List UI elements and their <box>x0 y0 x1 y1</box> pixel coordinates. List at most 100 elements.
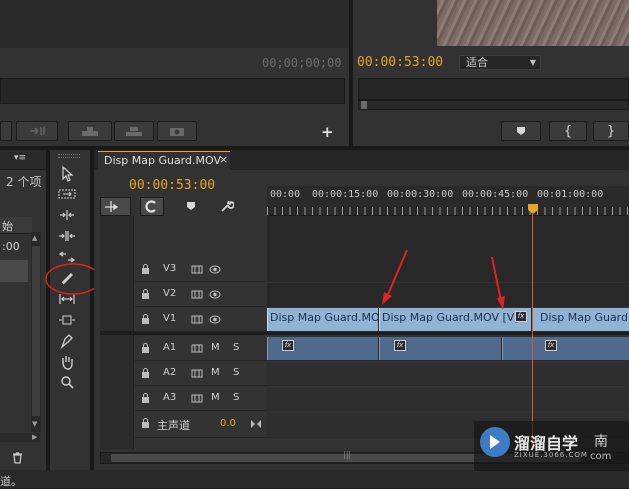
track-header-a2[interactable]: A2 M S <box>135 362 266 386</box>
lift-button[interactable] <box>68 121 112 141</box>
master-expand-icon[interactable] <box>250 419 262 432</box>
track-header-master[interactable]: 主声道 0.0 <box>135 412 266 438</box>
scroll-down-icon[interactable]: ▼ <box>32 420 37 428</box>
source-timecode[interactable]: 00;00;00;00 <box>262 56 341 70</box>
scroll-left-icon[interactable]: ▶ <box>32 433 37 441</box>
ripple-edit-icon <box>60 210 74 220</box>
project-scrollbar[interactable]: ▲ ▼ <box>31 232 41 432</box>
lock-icon[interactable] <box>141 368 150 379</box>
audio-clip[interactable]: fx <box>502 337 629 360</box>
add-marker-button[interactable] <box>501 121 541 141</box>
program-monitor-panel: 00:00:53:00 适合 ▼ { } <box>353 0 629 146</box>
track-header-v3[interactable]: V3 <box>135 258 266 282</box>
track-header-a3[interactable]: A3 M S <box>135 387 266 411</box>
lock-icon[interactable] <box>141 314 150 325</box>
track-header-v2[interactable]: V2 <box>135 283 266 307</box>
audio-clip[interactable]: fx <box>379 337 501 360</box>
add-button-icon[interactable]: + <box>321 123 334 141</box>
fit-select[interactable]: 适合 ▼ <box>459 55 541 70</box>
sequence-tab[interactable]: Disp Map Guard.MOV × <box>98 151 230 170</box>
video-clip[interactable]: Disp Map Guard.MOV <box>532 308 629 331</box>
status-text: 道。 <box>0 475 22 488</box>
snap-toggle[interactable] <box>100 197 131 216</box>
eye-icon[interactable] <box>209 314 221 325</box>
pen-tool[interactable] <box>55 332 79 350</box>
track-header-a1[interactable]: A1 M S <box>135 337 266 361</box>
fx-badge[interactable]: fx <box>394 340 406 351</box>
playhead-line[interactable] <box>532 214 533 450</box>
film-icon[interactable] <box>191 393 203 404</box>
lift-icon <box>82 126 98 136</box>
mute-button[interactable]: M <box>211 392 220 403</box>
film-icon[interactable] <box>191 289 203 300</box>
video-clip[interactable]: Disp Map Guard.MOV <box>267 308 378 331</box>
timeline-marker-button[interactable] <box>186 201 196 214</box>
lock-icon[interactable] <box>141 418 150 429</box>
lock-icon[interactable] <box>141 393 150 404</box>
source-btn-1[interactable] <box>0 121 12 141</box>
film-icon[interactable] <box>191 343 203 354</box>
ripple-edit-tool[interactable] <box>55 206 79 224</box>
program-scrub-bar[interactable] <box>358 78 629 100</box>
program-zoom-bar[interactable] <box>358 100 629 110</box>
master-label: 主声道 <box>157 419 190 432</box>
grip-icon: ||| <box>343 450 352 459</box>
timeline-timecode[interactable]: 00:00:53:00 <box>129 178 215 193</box>
project-hscroll[interactable]: ▶ <box>0 433 40 442</box>
mute-button[interactable]: M <box>211 342 220 353</box>
solo-button[interactable]: S <box>233 342 239 353</box>
mark-in-button[interactable]: { <box>549 121 587 141</box>
close-icon[interactable]: × <box>219 153 228 166</box>
chevron-down-icon: ▼ <box>529 58 536 67</box>
mark-out-button[interactable]: } <box>593 121 629 141</box>
source-scrub-bar[interactable] <box>0 78 345 104</box>
time-ruler[interactable]: 00:00 00:00:15:00 00:00:30:00 00:00:45:0… <box>267 186 629 216</box>
status-bar: 道。 <box>0 470 629 488</box>
extract-icon <box>126 126 142 136</box>
track-label-v2: V2 <box>163 288 177 299</box>
solo-button[interactable]: S <box>233 367 239 378</box>
solo-button[interactable]: S <box>233 392 239 403</box>
watermark-url-suffix: com <box>590 451 612 462</box>
film-icon[interactable] <box>191 314 203 325</box>
rolling-edit-tool[interactable] <box>55 227 79 245</box>
lock-icon[interactable] <box>141 343 150 354</box>
zoom-handle-left[interactable] <box>361 101 367 109</box>
film-icon[interactable] <box>191 368 203 379</box>
trash-icon[interactable] <box>12 452 23 467</box>
track-row-a2[interactable] <box>267 362 629 386</box>
master-volume-value[interactable]: 0.0 <box>220 418 236 429</box>
slide-tool[interactable] <box>55 311 79 329</box>
selection-tool[interactable] <box>55 165 79 183</box>
timeline-settings-button[interactable] <box>220 199 235 216</box>
watermark-logo-icon <box>480 427 510 457</box>
fx-badge[interactable]: fx <box>282 340 294 351</box>
panel-menu-icon[interactable]: ▾≡ <box>14 153 26 163</box>
zoom-tool[interactable] <box>55 373 79 391</box>
ruler-label-4: 00:01:00:00 <box>537 189 604 200</box>
track-select-icon <box>58 189 76 199</box>
overwrite-button[interactable] <box>16 121 58 141</box>
extract-button[interactable] <box>114 121 154 141</box>
track-header-v1[interactable]: V1 <box>135 308 266 332</box>
fx-badge[interactable]: fx <box>545 340 557 351</box>
program-timecode[interactable]: 00:00:53:00 <box>357 55 443 70</box>
arrow-icon <box>62 166 74 182</box>
audio-clip[interactable]: fx <box>267 337 378 360</box>
project-list-row-selected[interactable] <box>0 260 28 282</box>
scroll-thumb[interactable] <box>32 246 40 416</box>
mute-button[interactable]: M <box>211 367 220 378</box>
linked-selection-toggle[interactable] <box>140 197 164 216</box>
eye-icon[interactable] <box>209 289 221 300</box>
track-label-v1: V1 <box>163 313 177 324</box>
film-icon[interactable] <box>191 264 203 275</box>
hand-tool[interactable] <box>55 353 79 371</box>
eye-icon[interactable] <box>209 264 221 275</box>
scroll-up-icon[interactable]: ▲ <box>32 234 37 242</box>
export-frame-button[interactable] <box>157 121 197 141</box>
track-row-a3[interactable] <box>267 387 629 411</box>
track-select-tool[interactable] <box>55 185 79 203</box>
lock-icon[interactable] <box>141 264 150 275</box>
marker-icon <box>517 127 525 135</box>
lock-icon[interactable] <box>141 289 150 300</box>
